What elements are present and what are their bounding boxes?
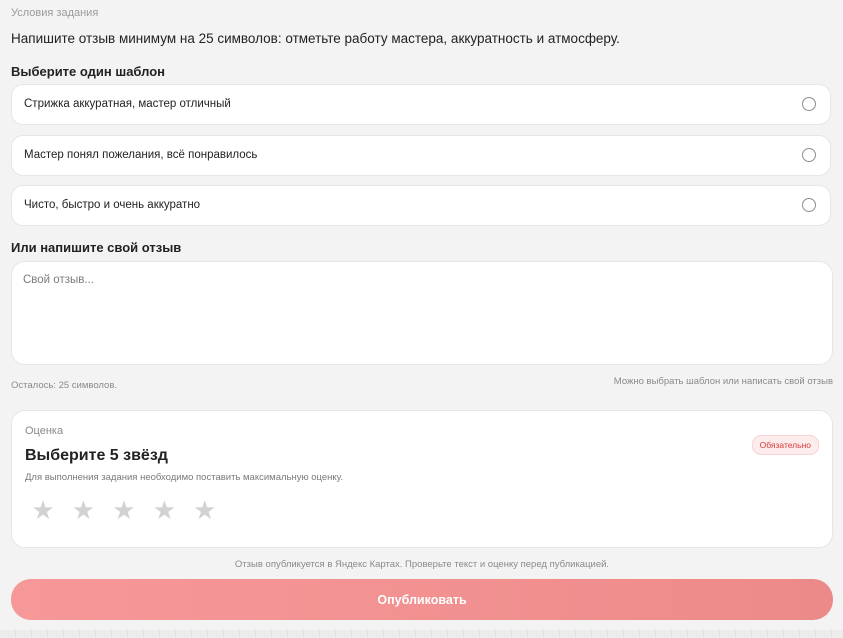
radio-button[interactable] <box>802 198 816 212</box>
bottom-divider <box>0 630 843 638</box>
review-textarea[interactable] <box>23 274 813 354</box>
rating-label: Оценка <box>25 425 64 437</box>
star-icon[interactable]: ★ <box>69 495 97 525</box>
rating-title: Выберите 5 звёзд <box>25 447 168 464</box>
conditions-label: Условия задания <box>11 7 99 19</box>
templates-title: Выберите один шаблон <box>11 64 166 79</box>
rating-description: Для выполнения задания необходимо постав… <box>25 472 344 483</box>
template-option-label: Чисто, быстро и очень аккуратно <box>24 199 201 211</box>
remaining-characters: Осталось: 25 символов. <box>11 380 118 391</box>
publish-note: Отзыв опубликуется в Яндекс Картах. Пров… <box>234 559 610 570</box>
review-hint: Можно выбрать шаблон или написать свой о… <box>613 376 833 387</box>
template-option-1[interactable]: Стрижка аккуратная, мастер отличный <box>11 84 831 125</box>
radio-button[interactable] <box>802 97 816 111</box>
star-icon[interactable]: ★ <box>150 495 178 525</box>
star-icon[interactable]: ★ <box>110 495 138 525</box>
template-option-label: Стрижка аккуратная, мастер отличный <box>24 98 231 110</box>
rating-card: Оценка Выберите 5 звёзд Для выполнения з… <box>11 410 833 548</box>
star-icon[interactable]: ★ <box>191 495 219 525</box>
template-option-2[interactable]: Мастер понял пожелания, всё понравилось <box>11 135 831 176</box>
radio-button[interactable] <box>802 148 816 162</box>
star-rating: ★ ★ ★ ★ ★ <box>29 495 227 525</box>
star-icon[interactable]: ★ <box>29 495 57 525</box>
review-textarea-container <box>11 261 833 365</box>
template-option-label: Мастер понял пожелания, всё понравилось <box>24 149 258 161</box>
publish-button[interactable]: Опубликовать <box>11 579 833 620</box>
required-badge: Обязательно <box>751 435 819 455</box>
custom-review-title: Или напишите свой отзыв <box>11 240 182 255</box>
template-option-3[interactable]: Чисто, быстро и очень аккуратно <box>11 185 831 226</box>
conditions-text: Напишите отзыв минимум на 25 символов: о… <box>11 31 620 46</box>
